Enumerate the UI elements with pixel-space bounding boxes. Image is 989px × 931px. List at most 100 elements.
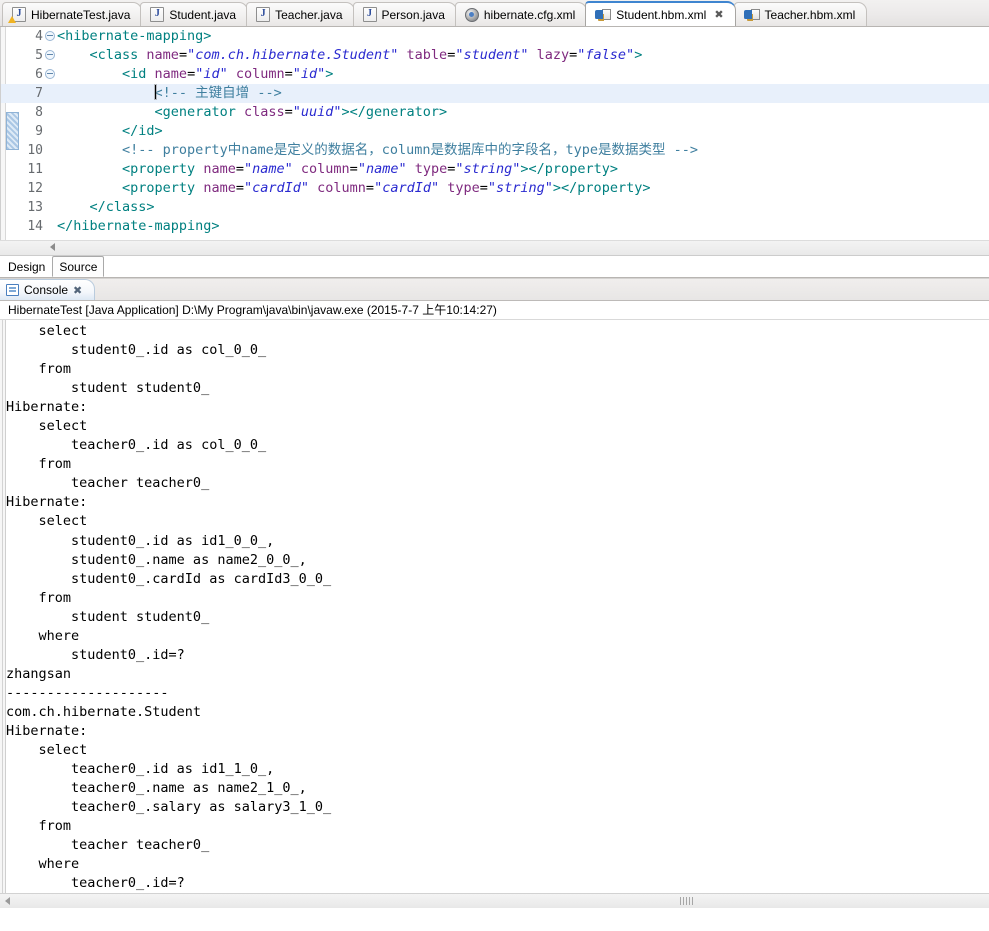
console-output-area[interactable]: select student0_.id as col_0_0_ from stu… bbox=[0, 320, 989, 893]
code-line-text: <property name="cardId" column="cardId" … bbox=[47, 179, 989, 198]
console-line: from bbox=[6, 361, 72, 378]
token-attr: type bbox=[414, 161, 448, 177]
console-line: student0_.cardId as cardId3_0_0_ bbox=[6, 570, 332, 587]
token-eq: = bbox=[284, 104, 293, 120]
console-line: Hibernate: bbox=[6, 722, 96, 739]
editor-tab-teacher-hbm-xml[interactable]: Teacher.hbm.xml bbox=[733, 2, 868, 26]
code-line[interactable]: 11 <property name="name" column="name" t… bbox=[1, 160, 989, 179]
code-line-text: </hibernate-mapping> bbox=[47, 217, 989, 236]
console-line: student0_.id as col_0_0_ bbox=[6, 342, 267, 359]
token-val: "cardId" bbox=[374, 180, 440, 196]
code-line-text: <!-- property中name是定义的数据名，column是数据库中的字段… bbox=[47, 141, 989, 160]
token-val: "name" bbox=[357, 161, 407, 177]
line-number: 13 bbox=[27, 200, 43, 215]
code-line[interactable]: 9 </id> bbox=[1, 122, 989, 141]
token-val: "id" bbox=[292, 66, 326, 82]
token-attr: name bbox=[203, 180, 236, 196]
editor-tab-bar: HibernateTest.java Student.java Teacher.ja… bbox=[0, 0, 989, 27]
token-tag: </class> bbox=[89, 199, 155, 215]
resize-grip-icon[interactable] bbox=[680, 897, 694, 905]
editor-horizontal-scrollbar[interactable] bbox=[0, 240, 989, 256]
code-area[interactable]: 4 <hibernate-mapping> 5 <class name="com.c… bbox=[1, 27, 989, 240]
code-line[interactable]: 5 <class name="com.ch.hibernate.Student"… bbox=[1, 46, 989, 65]
token-tag: ></property> bbox=[520, 161, 618, 177]
token-attr: name bbox=[146, 47, 179, 63]
console-line: -------------------- bbox=[6, 684, 169, 701]
scroll-left-arrow-icon[interactable] bbox=[5, 897, 10, 905]
editor-tab-label: Teacher.hbm.xml bbox=[764, 7, 856, 22]
console-tab-bar: Console ✖ bbox=[0, 279, 989, 301]
token-tag: <property bbox=[122, 161, 204, 177]
close-icon[interactable]: ✖ bbox=[73, 284, 82, 297]
editor-tab-person-java[interactable]: Person.java bbox=[352, 2, 457, 26]
token-tag: <id bbox=[122, 66, 155, 82]
cfg-xml-icon bbox=[464, 7, 479, 22]
code-line[interactable]: 7 <!-- 主键自增 --> bbox=[1, 84, 989, 103]
tab-console[interactable]: Console ✖ bbox=[0, 279, 96, 300]
fold-collapse-icon[interactable] bbox=[45, 69, 55, 79]
code-line[interactable]: 12 <property name="cardId" column="cardI… bbox=[1, 179, 989, 198]
token-attr: lazy bbox=[536, 47, 570, 63]
console-line: from bbox=[6, 818, 72, 835]
token-cmt: <!-- 主键自增 --> bbox=[154, 85, 282, 101]
line-number-gutter: 5 bbox=[1, 46, 55, 65]
line-number-gutter: 14 bbox=[1, 217, 47, 236]
editor-tab-teacher-java[interactable]: Teacher.java bbox=[246, 2, 355, 26]
token-attr: name bbox=[154, 66, 188, 82]
token-cmt: <!-- property中name是定义的数据名，column是数据库中的字段… bbox=[122, 142, 698, 158]
console-line: teacher0_.id=? bbox=[6, 875, 185, 892]
fold-collapse-icon[interactable] bbox=[45, 50, 55, 60]
token-eq: = bbox=[284, 66, 293, 82]
scroll-left-arrow-icon[interactable] bbox=[50, 243, 55, 251]
editor-tab-student-java[interactable]: Student.java bbox=[140, 2, 249, 26]
console-line: student0_.id=? bbox=[6, 646, 185, 663]
token-tag: <hibernate-mapping> bbox=[57, 28, 212, 44]
code-line[interactable]: 13 </class> bbox=[1, 198, 989, 217]
java-warn-icon bbox=[8, 7, 26, 23]
console-line: from bbox=[6, 589, 72, 606]
code-line-text: <!-- 主键自增 --> bbox=[47, 84, 989, 103]
hbm-xml-icon bbox=[595, 8, 612, 22]
line-number-gutter: 4 bbox=[1, 27, 55, 46]
console-line: teacher teacher0_ bbox=[6, 475, 210, 492]
code-line[interactable]: 6 <id name="id" column="id"> bbox=[1, 65, 989, 84]
token-attr: table bbox=[406, 47, 448, 63]
token-tag: <property bbox=[122, 180, 204, 196]
token-val: "com.ch.hibernate.Student" bbox=[187, 47, 399, 63]
line-number-gutter: 11 bbox=[1, 160, 47, 179]
editor-tab-hibernatetest-java[interactable]: HibernateTest.java bbox=[2, 2, 143, 26]
window-bottom-scrollbar[interactable] bbox=[0, 893, 989, 908]
token-tag: </hibernate-mapping> bbox=[57, 218, 220, 234]
xml-source-editor[interactable]: 4 <hibernate-mapping> 5 <class name="com.c… bbox=[0, 27, 989, 240]
tab-design[interactable]: Design bbox=[1, 256, 53, 277]
editor-tab-student-hbm-xml[interactable]: Student.hbm.xml ✖ bbox=[585, 1, 736, 26]
code-line[interactable]: 10 <!-- property中name是定义的数据名，column是数据库中… bbox=[1, 141, 989, 160]
design-source-tab-bar: Design Source bbox=[0, 256, 989, 278]
console-line: select bbox=[6, 513, 88, 530]
code-line[interactable]: 14 </hibernate-mapping> bbox=[1, 217, 989, 236]
editor-tab-hibernate-cfg-xml[interactable]: hibernate.cfg.xml bbox=[454, 2, 588, 26]
tab-source[interactable]: Source bbox=[52, 256, 105, 277]
code-line-text: <generator class="uuid"></generator> bbox=[47, 103, 989, 122]
java-icon bbox=[362, 7, 377, 22]
line-number: 10 bbox=[27, 143, 43, 158]
close-icon[interactable]: ✖ bbox=[714, 8, 723, 21]
token-tag: </id> bbox=[122, 123, 163, 139]
token-eq: = bbox=[235, 180, 244, 196]
code-line[interactable]: 4 <hibernate-mapping> bbox=[1, 27, 989, 46]
code-line-text: <hibernate-mapping> bbox=[47, 27, 989, 46]
token-tag: ></property> bbox=[552, 180, 651, 196]
token-tag: <generator bbox=[154, 104, 244, 120]
line-number: 6 bbox=[35, 67, 43, 82]
token-tag: <class bbox=[89, 47, 147, 63]
console-line: teacher0_.id as id1_1_0_, bbox=[6, 761, 275, 778]
token-val: "student" bbox=[455, 47, 529, 63]
code-line[interactable]: 8 <generator class="uuid"></generator> bbox=[1, 103, 989, 122]
fold-collapse-icon[interactable] bbox=[45, 31, 55, 41]
